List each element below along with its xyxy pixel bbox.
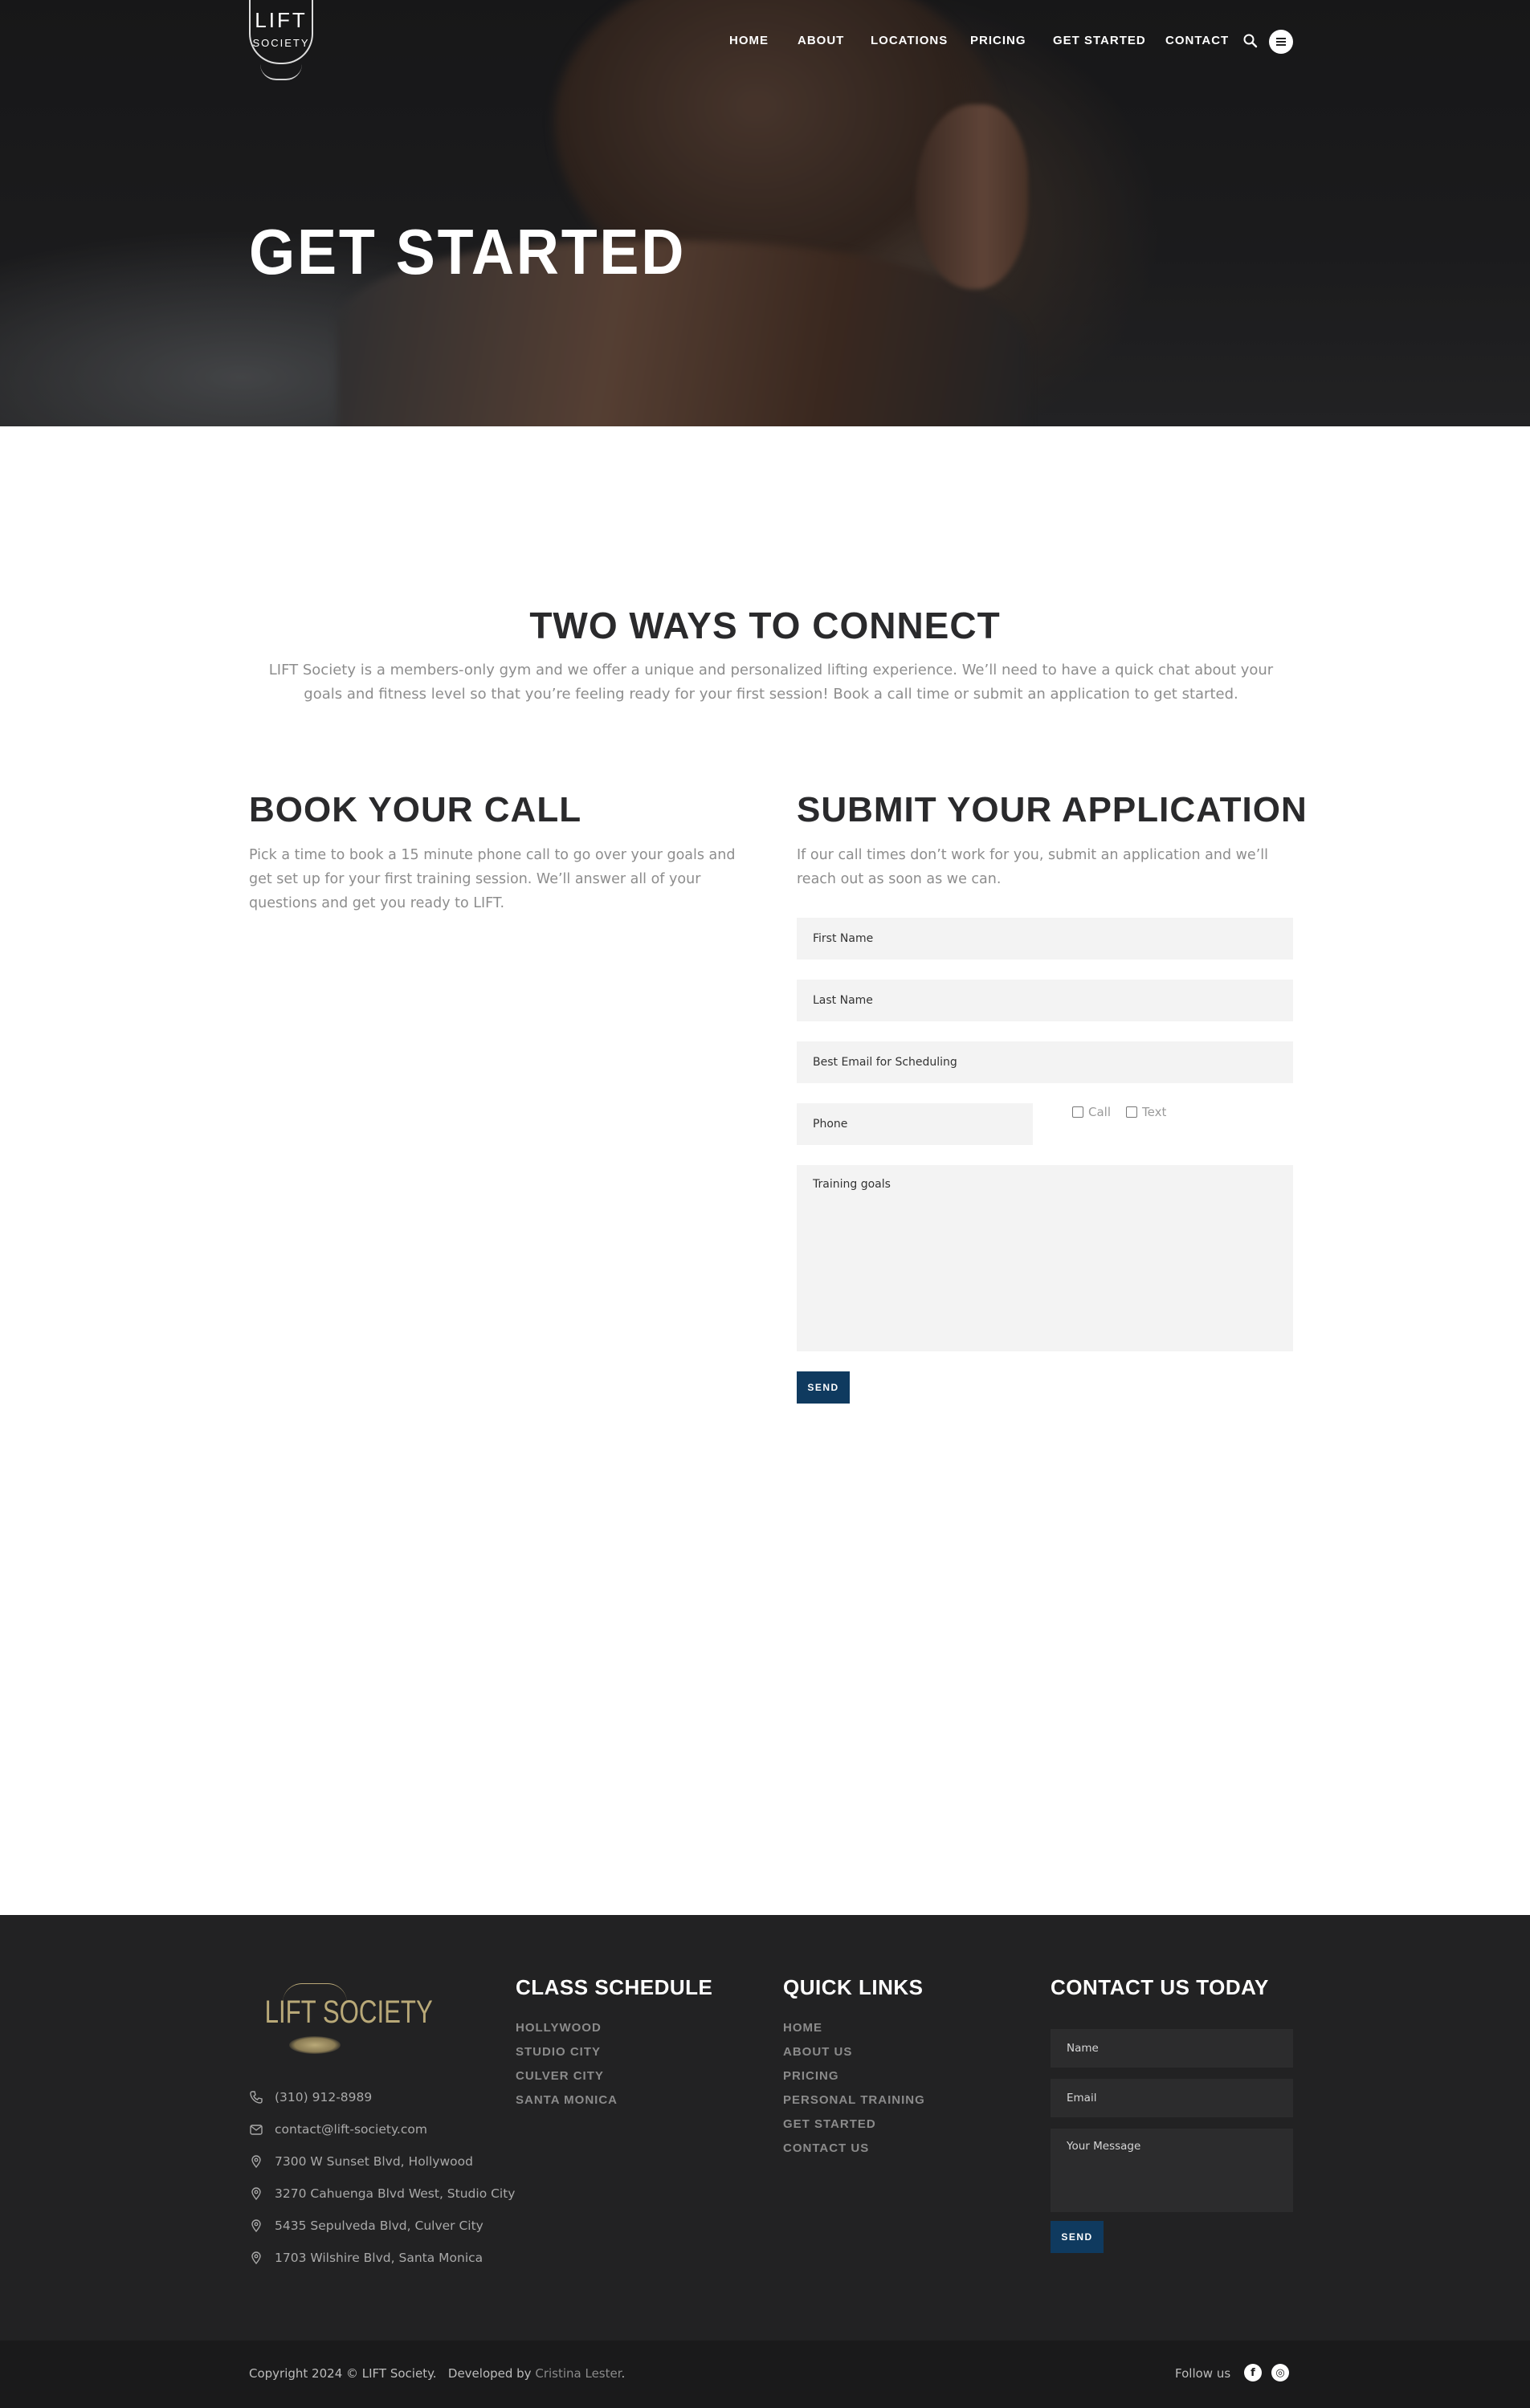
application-text: If our call times don’t work for you, su… [797, 847, 1268, 887]
schedule-link-hollywood[interactable]: HOLLYWOOD [516, 2021, 602, 2035]
nav-item-contact[interactable]: CONTACT [1165, 34, 1229, 47]
section-intro: LIFT Society is a members-only gym and w… [268, 662, 1274, 703]
schedule-link-santa-monica[interactable]: SANTA MONICA [516, 2093, 618, 2107]
footer-address-culver-city[interactable]: 5435 Sepulveda Blvd, Culver City [249, 2219, 483, 2233]
quick-link-contact[interactable]: CONTACT US [783, 2141, 869, 2155]
quick-link-about[interactable]: ABOUT US [783, 2045, 852, 2059]
quick-link-personal-training[interactable]: PERSONAL TRAINING [783, 2093, 925, 2107]
footer-logo-text: LIFT SOCIETY [264, 1994, 433, 2030]
location-pin-icon [251, 2251, 261, 2265]
phone-field[interactable] [797, 1103, 1033, 1145]
footer-message-field[interactable] [1051, 2129, 1293, 2212]
location-pin-icon [251, 2187, 261, 2201]
instagram-icon[interactable]: ◎ [1271, 2364, 1289, 2382]
quick-link-home[interactable]: HOME [783, 2021, 822, 2035]
location-pin-icon [251, 2219, 261, 2233]
email-field[interactable] [797, 1041, 1293, 1083]
logo-wreath-icon [260, 64, 302, 80]
footer-address-santa-monica[interactable]: 1703 Wilshire Blvd, Santa Monica [249, 2251, 483, 2265]
schedule-link-culver-city[interactable]: CULVER CITY [516, 2069, 604, 2083]
call-checkbox[interactable] [1072, 1106, 1083, 1118]
developer-link[interactable]: Cristina Lester [535, 2366, 621, 2381]
facebook-icon[interactable]: f [1244, 2364, 1262, 2382]
footer-name-field[interactable] [1051, 2029, 1293, 2068]
location-pin-icon [251, 2155, 261, 2169]
last-name-field[interactable] [797, 980, 1293, 1021]
footer-logo[interactable]: LIFT SOCIETY [251, 1983, 433, 2056]
footer-address-text: 5435 Sepulveda Blvd, Culver City [275, 2219, 483, 2233]
quick-link-pricing[interactable]: PRICING [783, 2069, 839, 2083]
application-send-button[interactable]: SEND [797, 1371, 850, 1404]
schedule-link-studio-city[interactable]: STUDIO CITY [516, 2045, 601, 2059]
footer-send-button[interactable]: SEND [1051, 2221, 1104, 2253]
footer-address-hollywood[interactable]: 7300 W Sunset Blvd, Hollywood [249, 2154, 473, 2169]
training-goals-field[interactable] [797, 1165, 1293, 1351]
footer-phone-text: (310) 912-8989 [275, 2090, 373, 2104]
logo-text-line2: SOCIETY [252, 37, 310, 49]
copyright-text: Copyright 2024 © LIFT Society. Developed… [249, 2366, 626, 2381]
nav-item-locations[interactable]: LOCATIONS [871, 34, 948, 47]
nav-item-get-started[interactable]: GET STARTED [1053, 34, 1146, 47]
nav-item-home[interactable]: HOME [729, 34, 769, 47]
section-title: TWO WAYS TO CONNECT [529, 605, 1001, 646]
nav-item-about[interactable]: ABOUT [798, 34, 844, 47]
hero-banner [0, 0, 1530, 426]
footer-phone[interactable]: (310) 912-8989 [249, 2090, 372, 2104]
logo-text-line1: LIFT [255, 8, 308, 32]
page-title: GET STARTED [249, 216, 687, 287]
footer-email-field[interactable] [1051, 2079, 1293, 2117]
mail-icon [250, 2125, 263, 2135]
contact-us-title: CONTACT US TODAY [1051, 1975, 1269, 1999]
quick-links-title: QUICK LINKS [783, 1975, 924, 1999]
footer-email[interactable]: contact@lift-society.com [249, 2122, 427, 2137]
first-name-field[interactable] [797, 918, 1293, 960]
footer-address-text: 7300 W Sunset Blvd, Hollywood [275, 2154, 473, 2169]
footer-bottom-bar [0, 2341, 1530, 2408]
hamburger-menu-icon[interactable] [1269, 30, 1293, 54]
text-checkbox[interactable] [1126, 1106, 1137, 1118]
quick-link-get-started[interactable]: GET STARTED [783, 2117, 876, 2131]
footer-address-text: 1703 Wilshire Blvd, Santa Monica [275, 2251, 483, 2265]
search-icon[interactable] [1242, 32, 1259, 50]
class-schedule-title: CLASS SCHEDULE [516, 1975, 713, 1999]
nav-item-pricing[interactable]: PRICING [970, 34, 1026, 47]
application-title: SUBMIT YOUR APPLICATION [797, 790, 1308, 829]
footer-address-text: 3270 Cahuenga Blvd West, Studio City [275, 2186, 516, 2201]
text-option[interactable]: Text [1126, 1105, 1166, 1119]
footer-email-text: contact@lift-society.com [275, 2122, 427, 2137]
crest-icon [289, 2036, 341, 2054]
book-call-title: BOOK YOUR CALL [249, 790, 582, 829]
follow-us-label: Follow us [1175, 2366, 1231, 2381]
text-option-label: Text [1142, 1105, 1167, 1119]
footer-address-studio-city[interactable]: 3270 Cahuenga Blvd West, Studio City [249, 2186, 515, 2201]
site-logo[interactable]: LIFT SOCIETY [249, 0, 313, 84]
site-footer [0, 1915, 1530, 2341]
book-call-text: Pick a time to book a 15 minute phone ca… [249, 847, 736, 911]
call-option-label: Call [1088, 1105, 1112, 1119]
phone-icon [250, 2091, 263, 2104]
call-option[interactable]: Call [1072, 1105, 1111, 1119]
